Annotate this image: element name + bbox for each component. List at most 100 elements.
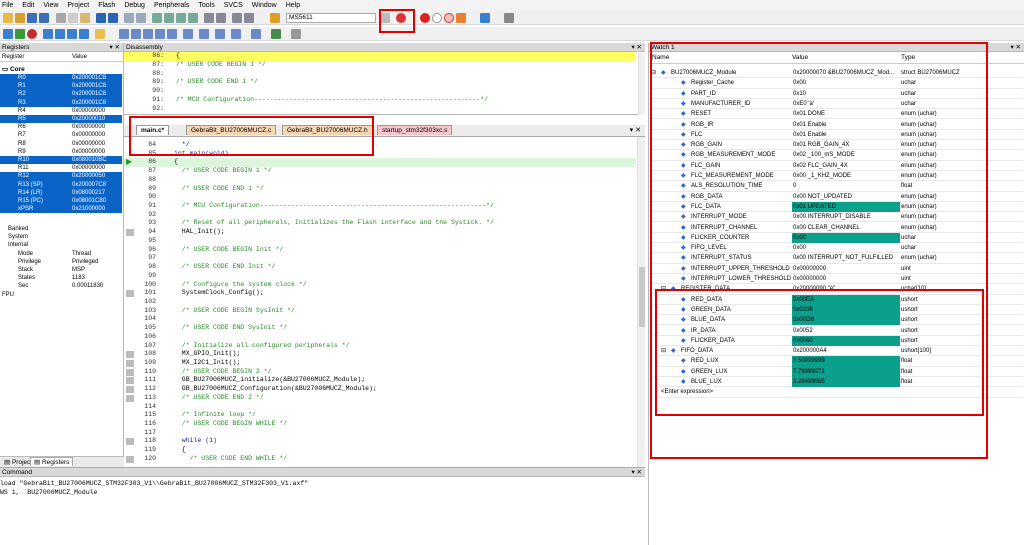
code-line[interactable]: 108 MX_GPIO_Init(); [124, 350, 636, 359]
code-line[interactable]: 114 [124, 403, 636, 412]
code-line[interactable]: 90 [124, 193, 636, 202]
register-row[interactable]: R9 0x00000000 [0, 148, 122, 156]
command-window-icon[interactable] [119, 29, 129, 39]
register-value[interactable]: 0x20000010 [72, 115, 105, 123]
executable-line-marker[interactable] [126, 386, 134, 394]
step-out-icon[interactable] [67, 29, 77, 39]
indent-icon[interactable] [204, 13, 214, 23]
register-row[interactable]: R3 0x200001C8 [0, 98, 122, 107]
bookmark-next-icon[interactable] [176, 13, 186, 23]
close-icon[interactable]: ▾ ✕ [631, 468, 642, 477]
menu-item[interactable]: Help [286, 2, 300, 9]
register-group[interactable]: Internal [0, 241, 122, 249]
code-line[interactable]: 95 [124, 237, 636, 246]
close-icon[interactable]: ▾ ✕ [631, 43, 642, 52]
navigate-back-icon[interactable] [124, 13, 134, 23]
call-stack-window-icon[interactable] [167, 29, 177, 39]
executable-line-marker[interactable] [126, 360, 134, 367]
editor-code[interactable]: 84 */85 int main(void) 86{87 /* USER CODE … [124, 137, 636, 467]
step-into-icon[interactable] [43, 29, 53, 39]
code-line[interactable]: 117 [124, 429, 636, 438]
watch-window-icon[interactable] [183, 29, 193, 39]
code-line[interactable]: 92 [124, 211, 636, 220]
menu-item[interactable]: Peripherals [154, 2, 189, 9]
register-value[interactable]: 0x200001C8 [72, 99, 106, 107]
code-line[interactable]: 89 /* USER CODE END 1 */ [124, 185, 636, 194]
register-row[interactable]: R2 0x200001C8 [0, 90, 122, 99]
register-row[interactable]: R4 0x00000000 [0, 107, 122, 115]
code-line[interactable]: 111 GB_BU27006MUCZ_initialize(&BU27006MU… [124, 376, 636, 385]
register-value[interactable]: 0x21000000 [72, 205, 105, 213]
close-icon[interactable]: ▾ ✕ [1010, 43, 1021, 52]
register-row[interactable]: R1 0x200001C8 [0, 82, 122, 91]
toolbox-icon[interactable] [291, 29, 301, 39]
register-value[interactable]: 0x00000000 [72, 148, 105, 156]
disassembly-scrollbar[interactable] [638, 53, 645, 115]
menu-item[interactable]: File [2, 2, 13, 9]
tab-startup-s[interactable]: startup_stm32f303xc.s [377, 125, 453, 135]
code-line[interactable]: 119 { [124, 446, 636, 455]
register-value[interactable]: 0x20000050 [72, 172, 105, 180]
memory-window-icon[interactable] [199, 29, 209, 39]
register-row[interactable]: R11 0x00000000 [0, 164, 122, 172]
internal-row[interactable]: Privilege Privileged [0, 258, 122, 266]
bookmark-prev-icon[interactable] [164, 13, 174, 23]
new-file-icon[interactable] [3, 13, 13, 23]
code-line[interactable]: 101 SystemClock_Config(); [124, 289, 636, 298]
register-group[interactable]: Banked [0, 225, 122, 233]
register-row[interactable]: R12 0x20000050 [0, 172, 122, 181]
register-row[interactable]: R8 0x00000000 [0, 140, 122, 148]
menu-item[interactable]: Tools [198, 2, 214, 9]
code-line[interactable]: 120 /* USER CODE END WHILE */ [124, 455, 636, 464]
executable-line-marker[interactable] [126, 394, 134, 402]
run-to-cursor-icon[interactable] [79, 29, 89, 39]
disassembly-line[interactable]: 92: [124, 105, 636, 114]
code-line[interactable]: 110 /* USER CODE BEGIN 2 */ [124, 368, 636, 377]
close-icon[interactable]: ▾ ✕ [109, 43, 120, 52]
register-value[interactable]: 0x00000000 [72, 164, 105, 172]
breakpoint-kill-icon[interactable] [444, 13, 454, 23]
register-group[interactable]: System [0, 233, 122, 241]
code-line[interactable]: 104 [124, 315, 636, 324]
redo-icon[interactable] [108, 13, 118, 23]
register-value[interactable]: 0x200001C8 [72, 74, 106, 82]
tab-registers[interactable]: ▤ Registers [30, 457, 74, 466]
disassembly-line[interactable]: 90: [124, 87, 636, 96]
disassembly-line[interactable]: 89: /* USER CODE END 1 */ [124, 78, 636, 87]
breakpoint-disable-icon[interactable] [432, 13, 442, 23]
editor-scrollbar-thumb[interactable] [639, 267, 645, 327]
code-line[interactable]: 91 /* MCU Configuration-----------------… [124, 202, 636, 211]
executable-line-marker[interactable] [126, 351, 134, 359]
code-line[interactable]: 86{ [124, 158, 636, 168]
register-value[interactable]: 0x00000000 [72, 140, 105, 148]
save-icon[interactable] [27, 13, 37, 23]
menu-item[interactable]: Flash [98, 2, 115, 9]
code-line[interactable]: 113 /* USER CODE END 2 */ [124, 394, 636, 403]
code-line[interactable]: 97 [124, 254, 636, 263]
system-viewer-icon[interactable] [271, 29, 281, 39]
editor-scrollbar[interactable] [637, 137, 645, 467]
register-value[interactable]: 0x08000217 [72, 189, 105, 197]
register-value[interactable]: 0x00000000 [72, 123, 105, 131]
reset-cpu-icon[interactable] [3, 29, 13, 39]
register-value[interactable]: 0x00000000 [72, 131, 105, 139]
internal-row[interactable]: Mode Thread [0, 250, 122, 258]
register-value[interactable]: 0x200007C8 [72, 181, 106, 189]
code-line[interactable]: 107 /* Initialize all configured periphe… [124, 342, 636, 351]
code-line[interactable]: 98 /* USER CODE END Init */ [124, 263, 636, 272]
code-line[interactable]: 118 while (1) [124, 437, 636, 446]
register-value[interactable]: 0x08001C80 [72, 197, 106, 205]
symbols-window-icon[interactable] [143, 29, 153, 39]
menu-item[interactable]: Project [67, 2, 89, 9]
menu-item[interactable]: Debug [124, 2, 145, 9]
bookmark-clear-icon[interactable] [188, 13, 198, 23]
analysis-window-icon[interactable] [231, 29, 241, 39]
register-value[interactable]: 0x200001C8 [72, 90, 106, 98]
target-select[interactable]: MS5611 [286, 13, 376, 23]
disassembly-window-icon[interactable] [131, 29, 141, 39]
cut-icon[interactable] [56, 13, 66, 23]
save-all-icon[interactable] [39, 13, 49, 23]
bookmark-icon[interactable] [152, 13, 162, 23]
menu-item[interactable]: SVCS [224, 2, 243, 9]
breakpoint-insert-icon[interactable] [420, 13, 430, 23]
